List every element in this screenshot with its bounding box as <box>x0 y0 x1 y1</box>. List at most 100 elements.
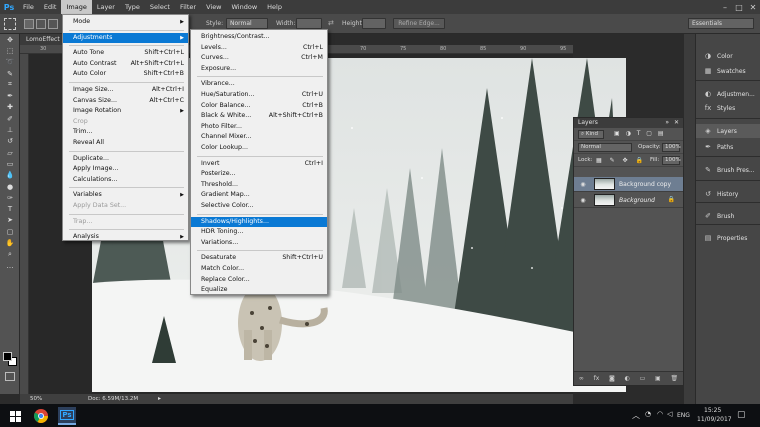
menu-item-image-rotation[interactable]: Image Rotation ▶ <box>63 106 188 117</box>
menu-item-levels[interactable]: Levels... Ctrl+L <box>191 43 327 54</box>
healing-tool-icon[interactable]: ✚ <box>0 102 20 113</box>
menu-item-gradient-map[interactable]: Gradient Map... <box>191 190 327 201</box>
notifications-icon[interactable]: ▢ <box>737 410 746 420</box>
menu-item-hdr-toning[interactable]: HDR Toning... <box>191 227 327 238</box>
menu-item-color-balance[interactable]: Color Balance... Ctrl+B <box>191 101 327 112</box>
menu-item-trim[interactable]: Trim... <box>63 127 188 138</box>
clock-time[interactable]: 15:25 <box>704 407 721 414</box>
dock-brush-presets[interactable]: ✎ Brush Pres... <box>696 163 760 177</box>
blur-tool-icon[interactable]: 💧 <box>0 170 20 181</box>
refine-edge-button[interactable]: Refine Edge... <box>393 18 445 29</box>
dock-brush[interactable]: ✐ Brush <box>696 209 760 223</box>
menu-help[interactable]: Help <box>262 0 287 14</box>
add-selection-icon[interactable] <box>36 19 46 29</box>
menu-item-invert[interactable]: Invert Ctrl+I <box>191 159 327 170</box>
menu-item-vibrance[interactable]: Vibrance... <box>191 79 327 90</box>
menu-item-auto-contrast[interactable]: Auto Contrast Alt+Shift+Ctrl+L <box>63 59 188 70</box>
menu-item-shadows-highlights[interactable]: Shadows/Highlights... <box>191 216 327 228</box>
adjustment-layer-icon[interactable]: ◐ <box>625 375 630 382</box>
wifi-icon[interactable]: ◠ <box>657 410 663 418</box>
menu-item-canvas-size[interactable]: Canvas Size... Alt+Ctrl+C <box>63 96 188 107</box>
menu-item-curves[interactable]: Curves... Ctrl+M <box>191 53 327 64</box>
windows-start-icon[interactable] <box>6 407 24 425</box>
menu-type[interactable]: Type <box>120 0 145 14</box>
workspace-select[interactable]: Essentials <box>688 18 754 29</box>
menu-item-mode[interactable]: Mode ▶ <box>63 17 188 28</box>
menu-view[interactable]: View <box>201 0 226 14</box>
color-swatches[interactable] <box>3 352 17 366</box>
trash-icon[interactable]: 🗑 <box>670 375 678 382</box>
fill-field[interactable]: 100% <box>662 156 681 165</box>
gradient-tool-icon[interactable]: ▭ <box>0 158 20 169</box>
crop-tool-icon[interactable]: ⌗ <box>0 79 20 90</box>
history-brush-tool-icon[interactable]: ↺ <box>0 136 20 147</box>
layers-panel-header[interactable]: Layers » ✕ <box>574 118 683 128</box>
menu-item-image-size[interactable]: Image Size... Alt+Ctrl+I <box>63 85 188 96</box>
dock-styles[interactable]: fx Styles <box>696 101 760 115</box>
volume-icon[interactable]: ◁ <box>667 410 672 418</box>
menu-item-adjustments[interactable]: Adjustments ▶ <box>63 32 188 44</box>
menu-item-calculations[interactable]: Calculations... <box>63 175 188 186</box>
blend-mode-select[interactable]: Normal <box>578 143 632 152</box>
move-tool-icon[interactable]: ✥ <box>0 34 20 45</box>
quick-select-tool-icon[interactable]: ✎ <box>0 68 20 79</box>
tray-chevron-icon[interactable]: ︿ <box>632 410 640 421</box>
menu-item-channel-mixer[interactable]: Channel Mixer... <box>191 132 327 143</box>
language-indicator[interactable]: ENG <box>677 412 690 419</box>
dock-layers[interactable]: ◈ Layers <box>696 124 760 138</box>
eyedropper-tool-icon[interactable]: ✒ <box>0 90 20 101</box>
kind-filter-select[interactable]: ⌕ Kind <box>578 130 604 139</box>
foreground-color-swatch[interactable] <box>3 352 12 361</box>
new-layer-icon[interactable]: ▣ <box>655 375 661 382</box>
menu-item-equalize[interactable]: Equalize <box>191 285 327 296</box>
document-tab[interactable]: LomoEffect <box>20 34 67 45</box>
dock-swatches[interactable]: ▦ Swatches <box>696 64 760 78</box>
photoshop-taskbar-icon[interactable]: Ps <box>58 407 76 425</box>
eye-icon[interactable]: ◉ <box>578 181 588 188</box>
close-button[interactable]: ✕ <box>746 0 760 14</box>
menu-item-duplicate[interactable]: Duplicate... <box>63 154 188 165</box>
menu-layer[interactable]: Layer <box>92 0 120 14</box>
menu-item-photo-filter[interactable]: Photo Filter... <box>191 122 327 133</box>
zoom-tool-icon[interactable]: ⌕ <box>0 249 20 260</box>
collapse-icon[interactable]: » <box>665 118 669 128</box>
menu-edit[interactable]: Edit <box>39 0 62 14</box>
more-tools-icon[interactable]: … <box>0 260 20 271</box>
fx-icon[interactable]: fx <box>594 375 600 382</box>
subtract-selection-icon[interactable] <box>48 19 58 29</box>
filter-type-icons[interactable]: ▣ ◑ T ▢ ▤ <box>614 130 666 137</box>
menu-item-color-lookup[interactable]: Color Lookup... <box>191 143 327 154</box>
height-field[interactable] <box>362 18 386 29</box>
type-tool-icon[interactable]: T <box>0 203 20 214</box>
link-layers-icon[interactable]: ∞ <box>579 375 584 382</box>
shape-tool-icon[interactable]: ▢ <box>0 226 20 237</box>
eraser-tool-icon[interactable]: ▱ <box>0 147 20 158</box>
quick-mask-icon[interactable] <box>5 372 15 381</box>
status-arrow-icon[interactable]: ▸ <box>158 395 161 402</box>
menu-item-posterize[interactable]: Posterize... <box>191 169 327 180</box>
menu-item-replace-color[interactable]: Replace Color... <box>191 275 327 286</box>
width-field[interactable] <box>296 18 322 29</box>
network-icon[interactable]: ◔ <box>645 410 651 418</box>
menu-item-reveal-all[interactable]: Reveal All <box>63 138 188 149</box>
opacity-field[interactable]: 100% <box>662 143 681 152</box>
dock-history[interactable]: ↺ History <box>696 187 760 201</box>
layer-row[interactable]: ◉ Background 🔒 <box>574 193 683 208</box>
maximize-button[interactable]: □ <box>732 0 746 14</box>
eye-icon[interactable]: ◉ <box>578 197 588 204</box>
menu-item-hue-saturation[interactable]: Hue/Saturation... Ctrl+U <box>191 90 327 101</box>
dock-color[interactable]: ◑ Color <box>696 49 760 63</box>
marquee-tool-icon[interactable]: ⬚ <box>0 45 20 56</box>
layer-row[interactable]: ◉ Background copy <box>574 177 683 192</box>
menu-item-exposure[interactable]: Exposure... <box>191 64 327 75</box>
menu-image[interactable]: Image <box>61 0 92 14</box>
lasso-tool-icon[interactable]: ➰ <box>0 57 20 68</box>
menu-filter[interactable]: Filter <box>175 0 201 14</box>
chrome-icon[interactable] <box>32 407 50 425</box>
menu-window[interactable]: Window <box>227 0 263 14</box>
menu-item-auto-color[interactable]: Auto Color Shift+Ctrl+B <box>63 69 188 80</box>
dock-adjustments[interactable]: ◐ Adjustmen... <box>696 87 760 101</box>
menu-item-black-white[interactable]: Black & White... Alt+Shift+Ctrl+B <box>191 111 327 122</box>
style-select[interactable]: Normal <box>226 18 268 29</box>
menu-file[interactable]: File <box>18 0 39 14</box>
